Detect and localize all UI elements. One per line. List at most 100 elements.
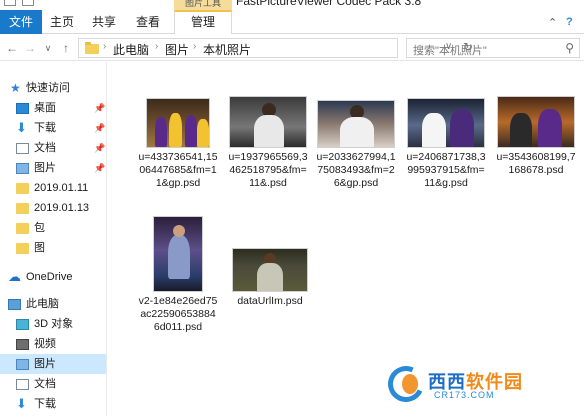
watermark-logo: 西西软件园 CR173.COM bbox=[382, 360, 578, 408]
chevron-right-icon[interactable]: › bbox=[103, 41, 106, 52]
nav-label: 快速访问 bbox=[26, 82, 70, 94]
breadcrumb-local-photos[interactable]: 本机照片 bbox=[203, 41, 251, 58]
window-title: FastPictureViewer Codec Pack 3.8 bbox=[236, 0, 422, 8]
nav-onedrive[interactable]: ☁ OneDrive bbox=[0, 267, 106, 287]
tab-file[interactable]: 文件 bbox=[0, 10, 42, 34]
folder-icon bbox=[16, 183, 29, 194]
thumbnail-image bbox=[153, 216, 203, 292]
watermark-url: CR173.COM bbox=[434, 390, 495, 400]
nav-label: 桌面 bbox=[34, 102, 56, 114]
thumbnail-image bbox=[407, 98, 485, 148]
up-arrow-icon[interactable]: ↑ bbox=[58, 39, 74, 57]
forward-arrow-icon[interactable]: → bbox=[22, 39, 38, 57]
nav-pictures-quick[interactable]: 图片 📌 bbox=[0, 158, 106, 178]
nav-documents-pc[interactable]: 文档 bbox=[0, 374, 106, 394]
3d-objects-icon bbox=[16, 319, 29, 330]
quick-access-checkbox[interactable] bbox=[4, 0, 16, 6]
file-item[interactable]: u=1937965569,3462518795&fm=11&.psd bbox=[228, 96, 308, 190]
documents-icon bbox=[16, 379, 29, 390]
help-icon[interactable]: ? bbox=[566, 16, 573, 28]
nav-folder-2019-01-13[interactable]: 2019.01.13 bbox=[0, 198, 106, 218]
star-icon: ★ bbox=[10, 81, 21, 95]
tab-home[interactable]: 主页 bbox=[42, 10, 82, 34]
nav-documents[interactable]: 文档 📌 bbox=[0, 138, 106, 158]
nav-label: 图片 bbox=[34, 358, 56, 370]
tab-manage[interactable]: 管理 bbox=[174, 10, 232, 34]
ribbon-tabs: 文件 主页 共享 查看 管理 ⌃ ? bbox=[0, 10, 584, 34]
file-item[interactable]: u=3543608199,7168678.psd bbox=[496, 96, 576, 177]
file-item[interactable]: u=2033627994,175083493&fm=26&gp.psd bbox=[316, 100, 396, 190]
folder-icon bbox=[16, 223, 29, 234]
address-bar[interactable]: › 此电脑 › 图片 › 本机照片 ∨ ↻ bbox=[78, 38, 473, 58]
nav-label: 下载 bbox=[34, 398, 56, 410]
pictures-icon bbox=[16, 163, 29, 174]
tab-view[interactable]: 查看 bbox=[126, 10, 170, 34]
nav-label: 图 bbox=[34, 242, 45, 254]
picture-tools-header: 图片工具 bbox=[174, 0, 232, 10]
file-name: u=2406871738,3995937915&fm=11&g.psd bbox=[406, 151, 486, 189]
nav-pictures[interactable]: 图片 bbox=[0, 354, 106, 374]
pin-icon[interactable]: 📌 bbox=[94, 158, 105, 178]
nav-folder-bao[interactable]: 包 bbox=[0, 218, 106, 238]
file-name: v2-1e84e26ed75ac225906538846d011.psd bbox=[138, 295, 218, 333]
video-icon bbox=[16, 339, 29, 350]
nav-label: 视频 bbox=[34, 338, 56, 350]
nav-downloads[interactable]: ⬇ 下载 📌 bbox=[0, 118, 106, 138]
file-item[interactable]: v2-1e84e26ed75ac225906538846d011.psd bbox=[138, 216, 218, 334]
pictures-icon bbox=[16, 359, 29, 370]
pin-icon[interactable]: 📌 bbox=[94, 98, 105, 118]
nav-quick-access[interactable]: ★ 快速访问 bbox=[0, 78, 106, 98]
nav-label: OneDrive bbox=[26, 271, 73, 283]
file-item[interactable]: dataUrlIm.psd bbox=[230, 248, 310, 308]
file-name: u=1937965569,3462518795&fm=11&.psd bbox=[228, 151, 308, 189]
cloud-icon: ☁ bbox=[8, 269, 21, 284]
file-name: u=433736541,1506447685&fm=11&gp.psd bbox=[138, 151, 218, 189]
search-icon[interactable]: ⚲ bbox=[565, 41, 574, 55]
nav-label: 此电脑 bbox=[26, 298, 59, 310]
nav-label: 包 bbox=[34, 222, 45, 234]
nav-this-pc[interactable]: 此电脑 bbox=[0, 294, 106, 314]
watermark-brand-b: 软件园 bbox=[466, 372, 523, 392]
nav-label: 图片 bbox=[34, 162, 56, 174]
chevron-right-icon[interactable]: › bbox=[193, 41, 196, 52]
chevron-right-icon[interactable]: › bbox=[155, 41, 158, 52]
quick-access-button[interactable] bbox=[22, 0, 34, 6]
breadcrumb-pictures[interactable]: 图片 bbox=[165, 41, 189, 58]
ribbon-collapse-icon[interactable]: ⌃ bbox=[548, 16, 557, 29]
file-list: u=433736541,1506447685&fm=11&gp.psd u=19… bbox=[108, 62, 584, 416]
thumbnail-image bbox=[497, 96, 575, 148]
folder-icon bbox=[16, 243, 29, 254]
nav-label: 下载 bbox=[34, 122, 56, 134]
file-name: dataUrlIm.psd bbox=[237, 295, 303, 307]
search-placeholder: 搜索"本机照片" bbox=[413, 45, 487, 57]
recent-locations-chevron-icon[interactable]: ∨ bbox=[40, 39, 56, 57]
tab-share[interactable]: 共享 bbox=[82, 10, 126, 34]
nav-downloads-pc[interactable]: ⬇ 下载 bbox=[0, 394, 106, 414]
pin-icon[interactable]: 📌 bbox=[94, 118, 105, 138]
folder-icon bbox=[85, 42, 99, 54]
breadcrumb-this-pc[interactable]: 此电脑 bbox=[113, 41, 149, 58]
nav-label: 2019.01.13 bbox=[34, 202, 90, 214]
download-icon: ⬇ bbox=[16, 120, 27, 135]
documents-icon bbox=[16, 143, 29, 154]
thumbnail-image bbox=[229, 96, 307, 148]
navigation-pane: ★ 快速访问 桌面 📌 ⬇ 下载 📌 文档 📌 图片 📌 2019.01.11 … bbox=[0, 62, 107, 416]
file-item[interactable]: u=2406871738,3995937915&fm=11&g.psd bbox=[406, 98, 486, 190]
thumbnail-image bbox=[317, 100, 395, 148]
pin-icon[interactable]: 📌 bbox=[94, 138, 105, 158]
back-arrow-icon[interactable]: ← bbox=[4, 39, 20, 57]
nav-label: 3D 对象 bbox=[34, 318, 74, 330]
nav-3d-objects[interactable]: 3D 对象 bbox=[0, 314, 106, 334]
watermark-brand-a: 西西 bbox=[428, 372, 466, 392]
nav-videos[interactable]: 视频 bbox=[0, 334, 106, 354]
folder-icon bbox=[16, 203, 29, 214]
nav-folder-2019-01-11[interactable]: 2019.01.11 bbox=[0, 178, 106, 198]
file-item[interactable]: u=433736541,1506447685&fm=11&gp.psd bbox=[138, 98, 218, 190]
address-row: ← → ∨ ↑ › 此电脑 › 图片 › 本机照片 ∨ ↻ 搜索"本机照片" ⚲ bbox=[0, 35, 584, 61]
download-icon: ⬇ bbox=[16, 396, 27, 411]
nav-label: 文档 bbox=[34, 142, 56, 154]
nav-label: 2019.01.11 bbox=[34, 182, 89, 194]
search-input[interactable]: 搜索"本机照片" ⚲ bbox=[406, 38, 580, 58]
nav-folder-tu[interactable]: 图 bbox=[0, 238, 106, 258]
nav-desktop[interactable]: 桌面 📌 bbox=[0, 98, 106, 118]
